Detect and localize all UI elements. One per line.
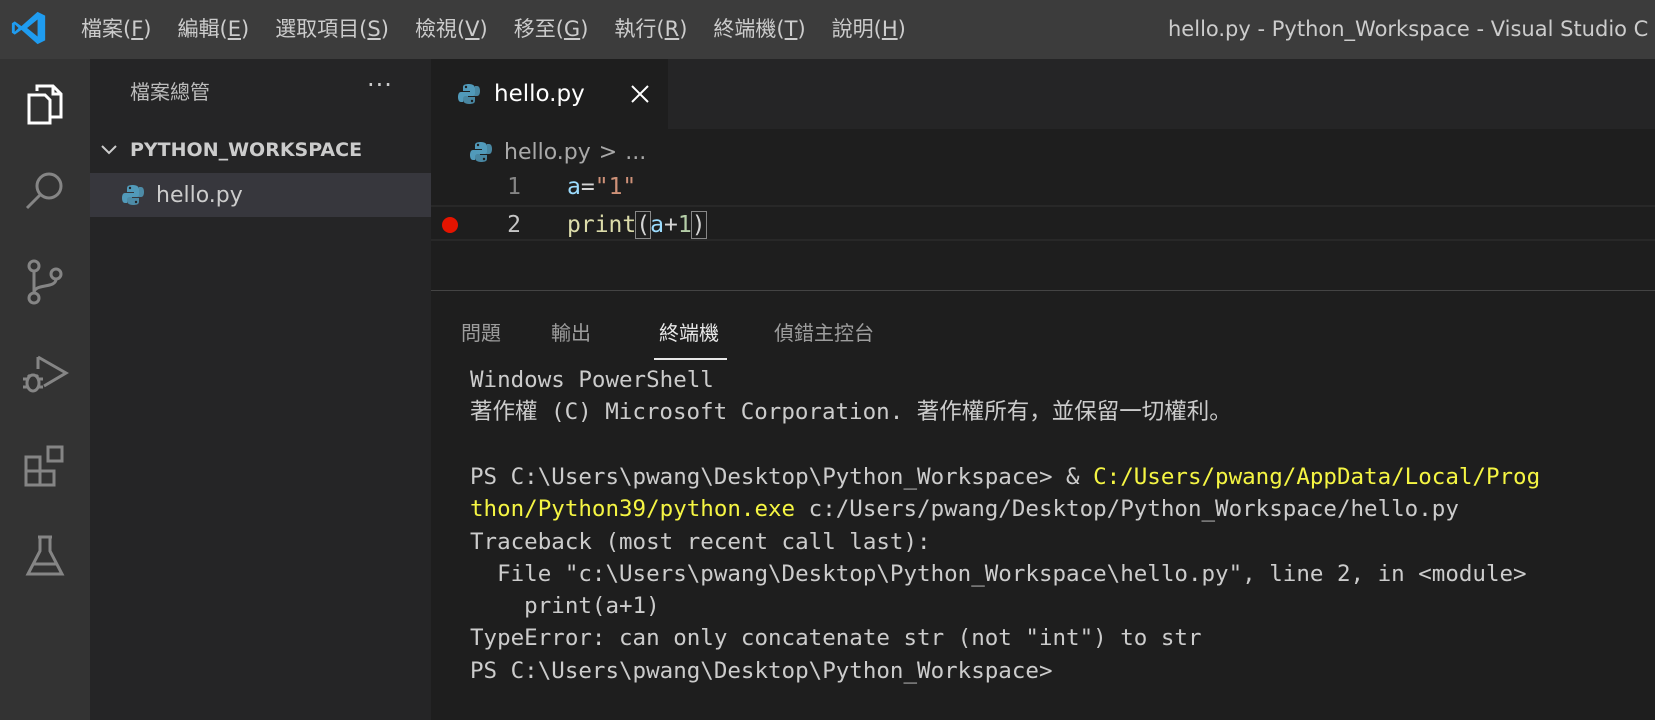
- title-bar: 檔案(F) 編輯(E) 選取項目(S) 檢視(V) 移至(G) 執行(R) 終端機(T) 說明…: [0, 0, 1655, 59]
- testing-icon: [25, 535, 65, 576]
- menu-item[interactable]: 說明(H): [819, 0, 919, 59]
- tab-label: hello.py: [494, 81, 585, 107]
- file-item-hello-py[interactable]: hello.py: [90, 173, 431, 217]
- terminal-line: PS C:\Users\pwang\Desktop\Python_Workspa…: [470, 657, 1053, 684]
- menu-item[interactable]: 檔案(F): [68, 0, 165, 59]
- code-token: (: [635, 211, 652, 239]
- file-name: hello.py: [156, 182, 243, 208]
- more-actions-icon[interactable]: ···: [367, 71, 393, 99]
- code-text: a="1": [567, 169, 636, 205]
- source-control-button[interactable]: [0, 237, 90, 327]
- tab-output[interactable]: 輸出: [551, 315, 591, 351]
- code-token: a: [567, 174, 581, 200]
- editor-tabs: hello.py: [431, 59, 1655, 129]
- python-file-icon: [122, 185, 144, 205]
- code-text: print(a+1): [567, 207, 707, 243]
- menu-bar: 檔案(F) 編輯(E) 選取項目(S) 檢視(V) 移至(G) 執行(R) 終端機(T) 說明…: [68, 0, 919, 59]
- workspace-name: PYTHON_WORKSPACE: [130, 139, 363, 161]
- terminal-line: File "c:\Users\pwang\Desktop\Python_Work…: [470, 560, 1527, 587]
- code-line[interactable]: 2 print(a+1): [431, 205, 1655, 241]
- line-number: 2: [507, 212, 521, 238]
- extensions-icon: [24, 445, 64, 487]
- activity-bar: [0, 59, 90, 720]
- extensions-button[interactable]: [0, 421, 90, 511]
- explorer-sidebar: 檔案總管 ··· PYTHON_WORKSPACE hello.py: [90, 59, 431, 720]
- breadcrumb: hello.py > ...: [470, 135, 646, 169]
- menu-item[interactable]: 編輯(E): [165, 0, 263, 59]
- breakpoint-icon[interactable]: [442, 217, 458, 233]
- code-token: 1: [677, 212, 692, 238]
- terminal-line: TypeError: can only concatenate str (not…: [470, 625, 1202, 652]
- terminal-line: Traceback (most recent call last):: [470, 528, 931, 555]
- menu-item[interactable]: 檢視(V): [402, 0, 501, 59]
- terminal-line: PS C:\Users\pwang\Desktop\Python_Workspa…: [470, 463, 1541, 490]
- code-token: ): [690, 211, 707, 239]
- chevron-down-icon: [101, 145, 117, 155]
- close-icon[interactable]: [628, 82, 652, 106]
- tab-debug-console[interactable]: 偵錯主控台: [774, 315, 874, 351]
- menu-item[interactable]: 執行(R): [601, 0, 700, 59]
- terminal-line: print(a+1): [470, 593, 660, 620]
- explorer-title: 檔案總管: [130, 80, 210, 104]
- vscode-logo-icon[interactable]: [10, 9, 48, 47]
- code-line[interactable]: 1 a="1": [431, 169, 1655, 205]
- search-icon: [25, 172, 63, 210]
- tab-hello-py[interactable]: hello.py: [431, 59, 668, 129]
- tab-problems[interactable]: 問題: [461, 315, 501, 351]
- menu-item[interactable]: 終端機(T): [700, 0, 818, 59]
- tab-terminal[interactable]: 終端機: [659, 315, 719, 351]
- testing-button[interactable]: [0, 511, 90, 601]
- terminal-line: 著作權 (C) Microsoft Corporation. 著作權所有，並保留…: [470, 399, 1232, 426]
- files-icon: [27, 84, 63, 125]
- run-debug-icon: [23, 355, 69, 393]
- menu-item[interactable]: 選取項目(S): [262, 0, 402, 59]
- breadcrumb-symbols[interactable]: ...: [625, 140, 646, 165]
- explorer-button[interactable]: [0, 59, 90, 149]
- breadcrumb-file[interactable]: hello.py: [504, 140, 591, 165]
- code-token: "1": [594, 174, 637, 200]
- terminal-line: thon/Python39/python.exe c:/Users/pwang/…: [470, 496, 1459, 523]
- code-token: print: [567, 212, 637, 238]
- search-button[interactable]: [0, 146, 90, 236]
- python-file-icon: [458, 84, 480, 104]
- window-title: hello.py - Python_Workspace - Visual Stu…: [1168, 17, 1649, 41]
- code-token: =: [580, 174, 595, 200]
- code-token: +: [663, 212, 678, 238]
- active-tab-indicator: [654, 358, 727, 360]
- workspace-folder[interactable]: PYTHON_WORKSPACE: [90, 130, 431, 170]
- breadcrumb-separator: >: [598, 139, 618, 165]
- source-control-icon: [27, 259, 63, 305]
- python-file-icon: [470, 142, 492, 162]
- code-token: a: [650, 212, 664, 238]
- line-number: 1: [507, 174, 521, 200]
- terminal-line: Windows PowerShell: [470, 367, 714, 393]
- run-debug-button[interactable]: [0, 329, 90, 419]
- menu-item[interactable]: 移至(G): [501, 0, 602, 59]
